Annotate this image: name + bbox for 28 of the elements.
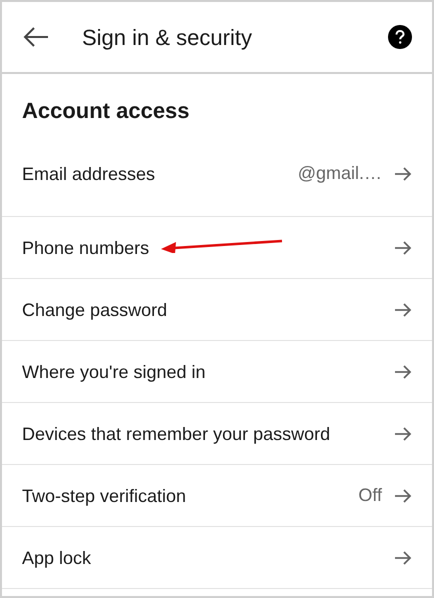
section-title: Account access	[22, 98, 190, 123]
arrow-right-icon	[394, 364, 412, 380]
row-label: Email addresses	[22, 162, 156, 186]
row-label: App lock	[22, 546, 92, 570]
row-label: Change password	[22, 298, 168, 322]
row-label: Devices that remember your password	[22, 422, 332, 446]
question-mark-icon	[395, 30, 405, 44]
row-label: Phone numbers	[22, 236, 150, 260]
arrow-right-icon	[394, 550, 412, 566]
settings-row[interactable]: Two-step verification Off	[2, 465, 432, 527]
settings-row[interactable]: Email addresses @gmail.…	[2, 131, 432, 217]
back-arrow-icon	[23, 27, 49, 47]
page-title: Sign in & security	[82, 24, 253, 52]
row-label: Two-step verification	[22, 484, 188, 508]
arrow-right-icon	[394, 166, 412, 182]
settings-row[interactable]: Phone numbers	[2, 217, 432, 279]
row-value: @gmail.…	[298, 162, 382, 185]
arrow-right-icon	[394, 302, 412, 318]
settings-row[interactable]: Where you're signed in	[2, 341, 432, 403]
settings-row[interactable]: App lock	[2, 527, 432, 589]
arrow-right-icon	[394, 240, 412, 256]
row-value: Off	[358, 484, 382, 507]
arrow-right-icon	[394, 488, 412, 504]
row-label: Where you're signed in	[22, 360, 207, 384]
settings-row[interactable]: Devices that remember your password	[2, 403, 432, 465]
settings-row[interactable]: Change password	[2, 279, 432, 341]
arrow-right-icon	[394, 426, 412, 442]
help-button[interactable]	[388, 25, 412, 49]
